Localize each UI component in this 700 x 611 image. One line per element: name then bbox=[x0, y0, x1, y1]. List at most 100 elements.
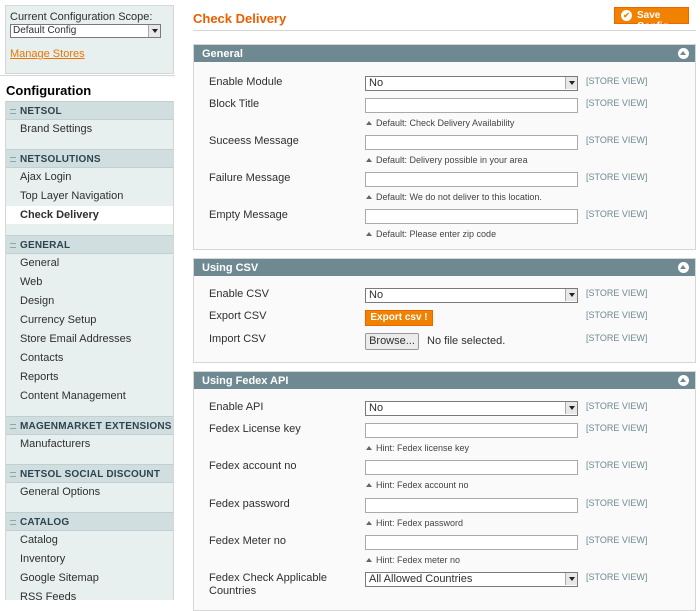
section-general: General Enable Module No [STORE VIEW] Bl… bbox=[193, 44, 696, 250]
nav-group-header[interactable]: NETSOL bbox=[6, 101, 173, 120]
scope-select-value: Default Config bbox=[13, 25, 77, 36]
nav-gap bbox=[6, 139, 173, 149]
nav-group-header[interactable]: MAGENMARKET EXTENSIONS bbox=[6, 416, 173, 435]
fedex-account-input[interactable] bbox=[365, 460, 578, 475]
section-fedex-header[interactable]: Using Fedex API bbox=[194, 372, 695, 389]
block-title-label: Block Title bbox=[209, 98, 260, 110]
store-view-scope: [STORE VIEW] bbox=[586, 401, 648, 411]
nav-group-header[interactable]: CATALOG bbox=[6, 512, 173, 531]
fedex-meter-label: Fedex Meter no bbox=[209, 535, 287, 547]
section-csv-header[interactable]: Using CSV bbox=[194, 259, 695, 276]
empty-message-label: Empty Message bbox=[209, 209, 288, 221]
enable-api-select[interactable]: No bbox=[365, 401, 578, 416]
store-view-scope: [STORE VIEW] bbox=[586, 172, 648, 182]
fedex-license-input[interactable] bbox=[365, 423, 578, 438]
failure-message-input[interactable] bbox=[365, 172, 578, 187]
store-view-scope: [STORE VIEW] bbox=[586, 310, 648, 320]
collapse-icon[interactable] bbox=[678, 375, 689, 386]
nav-item[interactable]: Manufacturers bbox=[6, 435, 173, 454]
fedex-countries-value: All Allowed Countries bbox=[369, 573, 473, 585]
fedex-countries-label: Fedex Check Applicable Countries bbox=[209, 572, 328, 597]
store-view-scope: [STORE VIEW] bbox=[586, 135, 648, 145]
store-view-scope: [STORE VIEW] bbox=[586, 98, 648, 108]
nav-item[interactable]: Contacts bbox=[6, 349, 173, 368]
store-view-scope: [STORE VIEW] bbox=[586, 535, 648, 545]
fedex-license-label: Fedex License key bbox=[209, 423, 301, 435]
fedex-password-note: Hint: Fedex password bbox=[366, 518, 463, 528]
chevron-down-icon bbox=[148, 25, 160, 37]
collapse-icon[interactable] bbox=[678, 48, 689, 59]
fedex-meter-input[interactable] bbox=[365, 535, 578, 550]
success-message-input[interactable] bbox=[365, 135, 578, 150]
nav-item[interactable]: Inventory bbox=[6, 550, 173, 569]
success-message-note: Default: Delivery possible in your area bbox=[366, 155, 528, 165]
store-view-scope: [STORE VIEW] bbox=[586, 423, 648, 433]
section-csv-title: Using CSV bbox=[202, 262, 259, 274]
fedex-account-label: Fedex account no bbox=[209, 460, 297, 472]
nav-item[interactable]: Store Email Addresses bbox=[6, 330, 173, 349]
configuration-title: Configuration bbox=[0, 75, 175, 101]
section-csv: Using CSV Enable CSV No [STORE VIEW] Exp… bbox=[193, 258, 696, 363]
export-csv-button[interactable]: Export csv ! bbox=[365, 310, 433, 326]
nav-item[interactable]: Top Layer Navigation bbox=[6, 187, 173, 206]
fedex-countries-select[interactable]: All Allowed Countries bbox=[365, 572, 578, 587]
enable-module-label: Enable Module bbox=[209, 76, 283, 88]
nav-item[interactable]: Catalog bbox=[6, 531, 173, 550]
nav-item[interactable]: Currency Setup bbox=[6, 311, 173, 330]
failure-message-label: Failure Message bbox=[209, 172, 291, 184]
store-view-scope: [STORE VIEW] bbox=[586, 460, 648, 470]
nav-group-header[interactable]: GENERAL bbox=[6, 235, 173, 254]
fedex-password-input[interactable] bbox=[365, 498, 578, 513]
save-config-label: Save Config bbox=[637, 10, 669, 32]
chevron-down-icon bbox=[565, 77, 577, 89]
enable-api-label: Enable API bbox=[209, 401, 264, 413]
scope-select[interactable]: Default Config bbox=[10, 24, 161, 38]
sidebar: Current Configuration Scope: Default Con… bbox=[0, 0, 175, 600]
page-title: Check Delivery bbox=[193, 11, 287, 26]
store-view-scope: [STORE VIEW] bbox=[586, 572, 648, 582]
fedex-meter-note: Hint: Fedex meter no bbox=[366, 555, 460, 565]
nav-item[interactable]: Reports bbox=[6, 368, 173, 387]
enable-module-select[interactable]: No bbox=[365, 76, 578, 91]
save-config-button[interactable]: ✔ Save Config bbox=[614, 7, 689, 32]
chevron-down-icon bbox=[565, 573, 577, 585]
nav-item[interactable]: RSS Feeds bbox=[6, 588, 173, 600]
chevron-down-icon bbox=[565, 289, 577, 301]
collapse-icon[interactable] bbox=[678, 262, 689, 273]
empty-message-input[interactable] bbox=[365, 209, 578, 224]
config-nav: NETSOL Brand Settings NETSOLUTIONS Ajax Log… bbox=[5, 101, 174, 600]
nav-item[interactable]: Google Sitemap bbox=[6, 569, 173, 588]
nav-item[interactable]: Ajax Login bbox=[6, 168, 173, 187]
nav-group-header[interactable]: NETSOL SOCIAL DISCOUNT bbox=[6, 464, 173, 483]
export-csv-label: Export CSV bbox=[209, 310, 267, 322]
enable-api-value: No bbox=[369, 402, 384, 414]
section-fedex-title: Using Fedex API bbox=[202, 375, 289, 387]
store-view-scope: [STORE VIEW] bbox=[586, 209, 648, 219]
scope-label: Current Configuration Scope: bbox=[10, 11, 153, 23]
empty-message-note: Default: Please enter zip code bbox=[366, 229, 496, 239]
section-general-title: General bbox=[202, 48, 243, 60]
nav-gap bbox=[6, 454, 173, 464]
fedex-account-note: Hint: Fedex account no bbox=[366, 480, 469, 490]
failure-message-note: Default: We do not deliver to this locat… bbox=[366, 192, 542, 202]
checkmark-icon: ✔ bbox=[621, 10, 632, 21]
enable-csv-select[interactable]: No bbox=[365, 288, 578, 303]
nav-item[interactable]: General bbox=[6, 254, 173, 273]
file-status: No file selected. bbox=[427, 335, 506, 347]
main-content: Check Delivery ✔ Save Config General Ena… bbox=[193, 0, 700, 611]
nav-item[interactable]: General Options bbox=[6, 483, 173, 502]
success-message-label: Suceess Message bbox=[209, 135, 299, 147]
store-view-scope: [STORE VIEW] bbox=[586, 288, 648, 298]
block-title-input[interactable] bbox=[365, 98, 578, 113]
nav-item[interactable]: Brand Settings bbox=[6, 120, 173, 139]
title-divider bbox=[193, 30, 696, 31]
section-general-header[interactable]: General bbox=[194, 45, 695, 62]
manage-stores-link[interactable]: Manage Stores bbox=[10, 48, 85, 60]
nav-item[interactable]: Web bbox=[6, 273, 173, 292]
browse-button[interactable]: Browse... bbox=[365, 333, 419, 350]
nav-item[interactable]: Check Delivery bbox=[6, 206, 173, 225]
enable-module-value: No bbox=[369, 77, 384, 89]
nav-item[interactable]: Content Management bbox=[6, 387, 173, 406]
nav-item[interactable]: Design bbox=[6, 292, 173, 311]
nav-group-header[interactable]: NETSOLUTIONS bbox=[6, 149, 173, 168]
